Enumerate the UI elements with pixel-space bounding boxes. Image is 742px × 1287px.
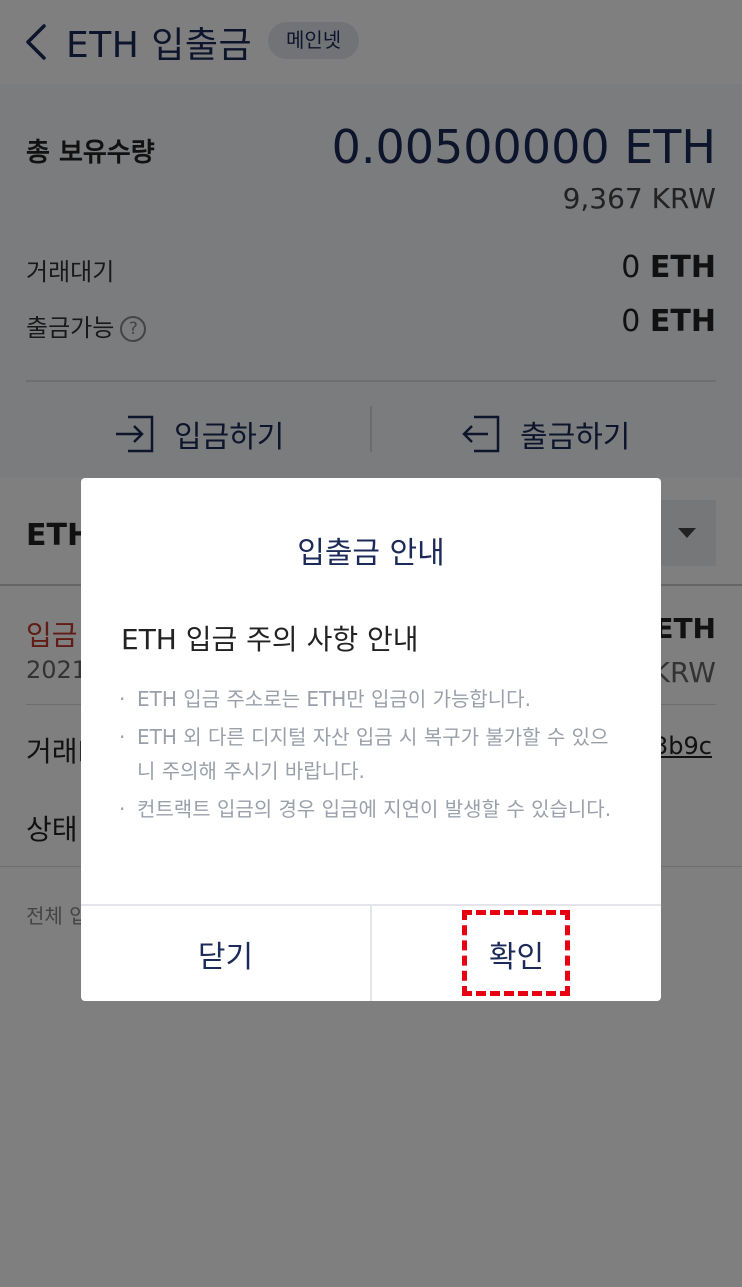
dialog-footer: 닫기 확인 [81,904,661,1001]
notice-item: ETH 입금 주소로는 ETH만 입금이 가능합니다. [119,682,619,716]
notice-item: ETH 외 다른 디지털 자산 입금 시 복구가 불가할 수 있으니 주의해 주… [119,720,619,788]
dialog-subtitle: ETH 입금 주의 사항 안내 [121,623,419,656]
notice-item: 컨트랙트 입금의 경우 입금에 지연이 발생할 수 있습니다. [119,792,619,826]
highlight-annotation [462,910,570,996]
close-button[interactable]: 닫기 [81,906,370,1001]
notice-list: ETH 입금 주소로는 ETH만 입금이 가능합니다. ETH 외 다른 디지털… [119,682,619,830]
notice-dialog: 입출금 안내 ETH 입금 주의 사항 안내 ETH 입금 주소로는 ETH만 … [81,478,661,1001]
dialog-title: 입출금 안내 [297,536,445,571]
